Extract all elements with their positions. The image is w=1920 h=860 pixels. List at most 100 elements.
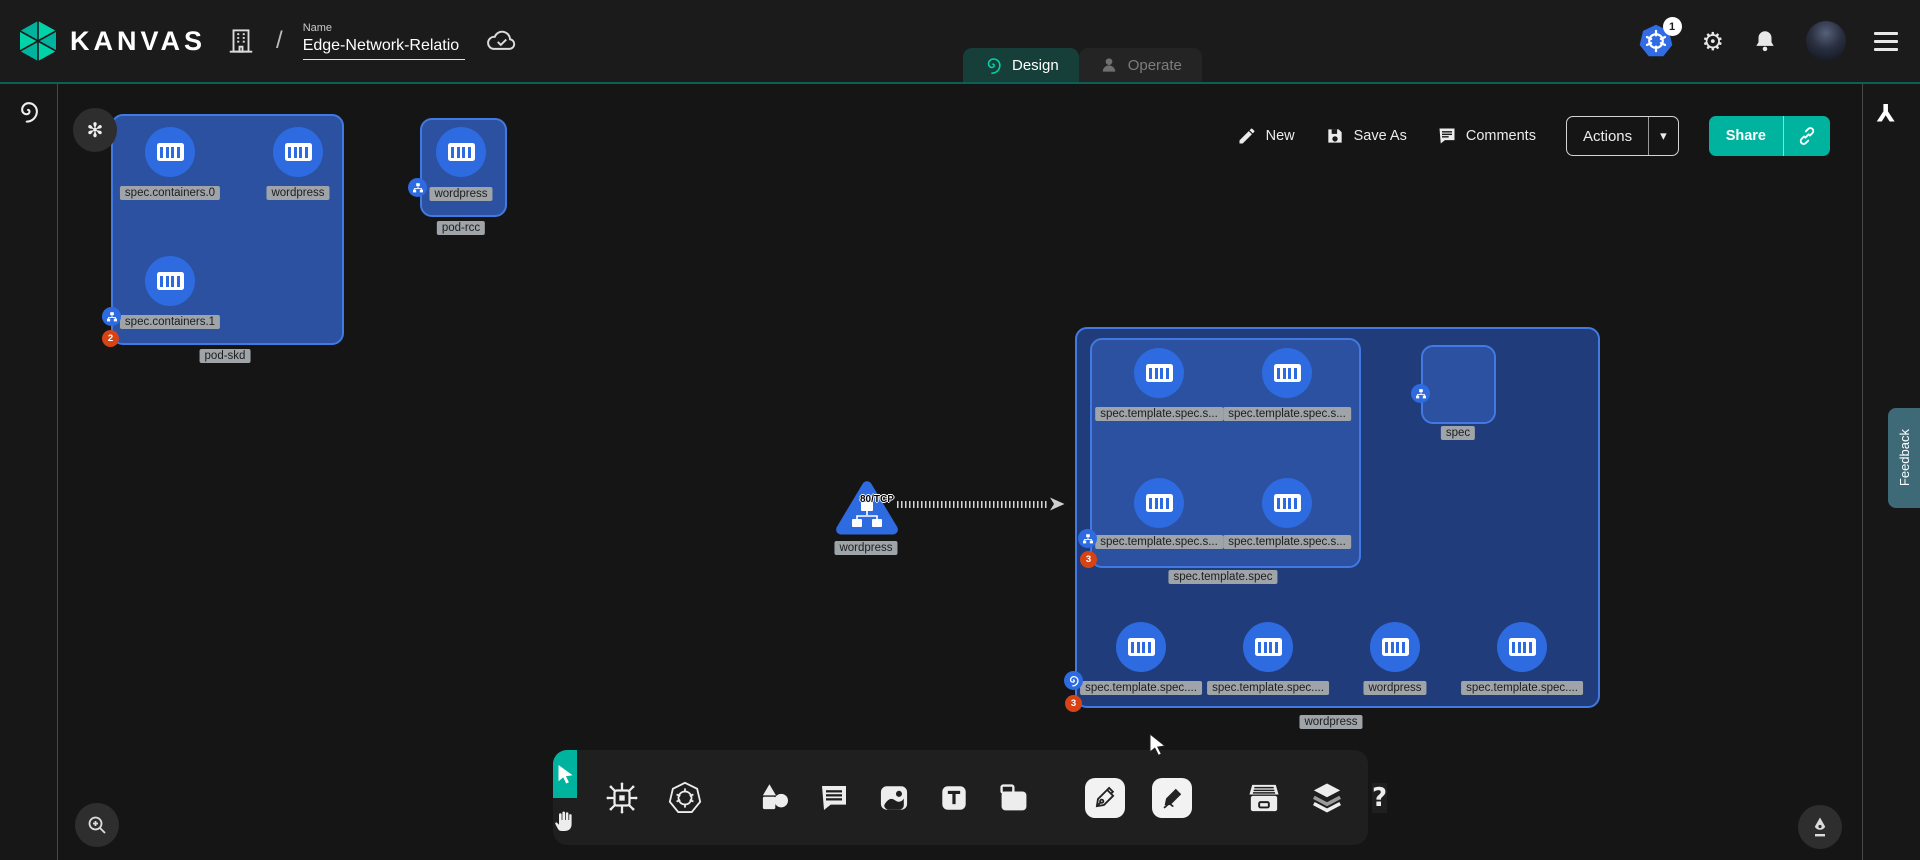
settings-gear-icon[interactable]: ⚙ (1702, 29, 1724, 54)
image-tool[interactable] (877, 781, 911, 815)
pen-tool[interactable] (1085, 778, 1125, 818)
note-tool[interactable] (997, 781, 1031, 815)
k8s-context-switcher[interactable]: 1 (1638, 23, 1674, 59)
node-container[interactable] (273, 127, 323, 177)
right-panel-toggle-icon[interactable]: Y (1877, 98, 1894, 126)
hierarchy-badge-icon[interactable] (1078, 529, 1097, 548)
kubernetes-components-tool[interactable] (667, 780, 703, 816)
error-count-badge[interactable]: 3 (1080, 551, 1097, 568)
comment-icon (818, 782, 850, 814)
pen-mode-button[interactable] (1798, 805, 1842, 849)
edge-arrowhead (1048, 496, 1066, 512)
freehand-draw-tool[interactable] (1152, 778, 1192, 818)
group-label: spec.template.spec (1168, 570, 1277, 584)
node-container[interactable] (1116, 622, 1166, 672)
tab-operate[interactable]: Operate (1079, 48, 1202, 82)
error-count-badge[interactable]: 2 (102, 330, 119, 347)
kanvas-app: KANVAS / Name Design (0, 0, 1920, 860)
shapes-tool[interactable] (757, 781, 791, 815)
node-container[interactable] (1497, 622, 1547, 672)
design-action-bar: New Save As Comments Actions ▾ Share (1237, 116, 1830, 156)
edge-port-label: 80/TCP (860, 494, 894, 505)
meshery-spiral-icon[interactable] (15, 98, 41, 124)
actions-split-button: Actions ▾ (1566, 116, 1679, 156)
tab-design[interactable]: Design (963, 48, 1079, 82)
design-spiral-icon (983, 55, 1003, 75)
actions-button[interactable]: Actions (1567, 117, 1648, 155)
pencil-scribble-icon (1159, 785, 1185, 811)
note-card-icon (997, 781, 1031, 815)
save-as-button[interactable]: Save As (1325, 126, 1407, 146)
group-label: wordpress (1299, 715, 1362, 729)
components-tool[interactable] (604, 780, 640, 816)
copy-link-button[interactable] (1784, 116, 1830, 156)
question-mark-icon: ? (1372, 783, 1387, 813)
comment-tool[interactable] (818, 782, 850, 814)
design-name-input[interactable] (303, 36, 465, 60)
hamburger-menu-icon[interactable] (1874, 32, 1898, 51)
k8s-context-count-badge: 1 (1663, 17, 1682, 36)
layers-icon (1309, 780, 1345, 816)
feedback-tab[interactable]: Feedback (1888, 408, 1920, 508)
image-icon (877, 781, 911, 815)
select-tool[interactable] (553, 750, 577, 798)
group-label: pod-skd (200, 349, 251, 363)
chip-icon (604, 780, 640, 816)
canvas-context-button[interactable]: ✻ (73, 108, 117, 152)
feedback-label: Feedback (1897, 429, 1912, 486)
node-container[interactable] (1262, 348, 1312, 398)
brand[interactable]: KANVAS (18, 19, 206, 63)
tab-design-label: Design (1012, 57, 1059, 74)
comments-button-label: Comments (1466, 128, 1536, 144)
brand-name: KANVAS (70, 26, 206, 57)
drawer-tool[interactable] (1246, 780, 1282, 816)
design-name-label: Name (303, 22, 465, 34)
node-container[interactable] (1370, 622, 1420, 672)
text-icon (938, 782, 970, 814)
node-label: spec.containers.0 (120, 186, 220, 200)
spiral-badge-icon[interactable] (1064, 671, 1083, 690)
help-tool[interactable]: ? (1372, 783, 1387, 813)
node-label: wordpress (1363, 681, 1426, 695)
design-name-block: Name (303, 22, 465, 60)
node-label: spec.template.spec.s... (1095, 407, 1223, 421)
node-label: spec.template.spec.... (1207, 681, 1329, 695)
save-as-button-label: Save As (1354, 128, 1407, 144)
node-container[interactable] (1134, 478, 1184, 528)
organization-icon[interactable] (226, 26, 256, 56)
group-label: spec (1441, 426, 1475, 440)
group-spec-template-spec[interactable] (1090, 338, 1361, 568)
group-spec-empty[interactable] (1421, 345, 1496, 424)
notifications-bell-icon[interactable] (1752, 28, 1778, 54)
comments-button[interactable]: Comments (1437, 126, 1536, 146)
user-avatar[interactable] (1806, 21, 1846, 61)
node-container[interactable] (145, 256, 195, 306)
node-service-triangle[interactable] (832, 477, 902, 539)
text-tool[interactable] (938, 782, 970, 814)
hierarchy-badge-icon[interactable] (102, 307, 121, 326)
node-label: wordpress (429, 187, 492, 201)
node-container[interactable] (145, 127, 195, 177)
error-count-badge[interactable]: 3 (1065, 695, 1082, 712)
actions-dropdown-caret[interactable]: ▾ (1649, 117, 1678, 155)
zoom-search-button[interactable] (75, 803, 119, 847)
app-header: KANVAS / Name Design (0, 0, 1920, 84)
node-container[interactable] (436, 127, 486, 177)
layers-tool[interactable] (1309, 780, 1345, 816)
mode-tabs: Design Operate (963, 48, 1202, 82)
cursor-arrow-icon (553, 762, 577, 786)
node-container[interactable] (1262, 478, 1312, 528)
node-container[interactable] (1134, 348, 1184, 398)
hierarchy-badge-icon[interactable] (1411, 384, 1430, 403)
node-container[interactable] (1243, 622, 1293, 672)
new-button[interactable]: New (1237, 126, 1295, 146)
pan-tool[interactable] (553, 798, 577, 846)
operate-person-icon (1099, 55, 1119, 75)
edge-service-to-deployment[interactable] (897, 501, 1049, 508)
snowflake-icon: ✻ (87, 118, 104, 142)
kanvas-logo-icon (18, 19, 58, 63)
link-icon (1797, 126, 1817, 146)
kubernetes-outline-icon (667, 780, 703, 816)
hierarchy-badge-icon[interactable] (408, 178, 427, 197)
share-button[interactable]: Share (1709, 116, 1783, 156)
